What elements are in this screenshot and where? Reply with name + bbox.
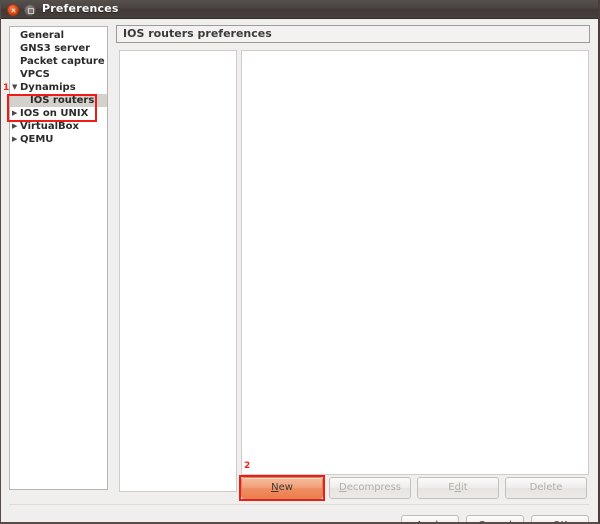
- maximize-icon[interactable]: [24, 4, 36, 16]
- sidebar-item-label: General: [20, 30, 64, 41]
- chevron-right-icon[interactable]: ▶: [12, 120, 17, 133]
- ios-router-detail-panel[interactable]: [241, 50, 589, 475]
- dialog-footer: Apply Cancel OK: [1, 505, 597, 522]
- sidebar-item-qemu[interactable]: ▶ QEMU: [10, 133, 107, 146]
- chevron-down-icon[interactable]: ▼: [12, 81, 17, 94]
- cancel-button[interactable]: Cancel: [466, 515, 524, 522]
- decompress-button-mnemonic: D: [338, 482, 347, 493]
- edit-button[interactable]: Edit: [417, 477, 499, 499]
- sidebar-item-label: Dynamips: [20, 82, 76, 93]
- edit-button-label: it: [460, 482, 468, 493]
- window-title: Preferences: [42, 2, 119, 15]
- sidebar-item-label: IOS on UNIX: [20, 108, 89, 119]
- new-button[interactable]: New: [241, 477, 323, 499]
- delete-button[interactable]: Delete: [505, 477, 587, 499]
- dialog-content: General GNS3 server Packet capture VPCS …: [1, 19, 597, 522]
- ok-button-prefix: O: [553, 520, 561, 522]
- preferences-window: Preferences General GNS3 server Packet c…: [0, 0, 600, 524]
- cancel-button-prefix: C: [478, 520, 485, 522]
- ok-button-mnemonic: K: [561, 520, 568, 522]
- sidebar-item-label: GNS3 server: [20, 43, 91, 54]
- ok-button[interactable]: OK: [531, 515, 589, 522]
- decompress-button-label: ecompress: [346, 482, 402, 493]
- title-bar: Preferences: [1, 0, 598, 19]
- sidebar-item-vpcs[interactable]: VPCS: [10, 68, 107, 81]
- delete-button-label: Delete: [529, 482, 563, 493]
- sidebar-item-ios-routers[interactable]: IOS routers: [10, 94, 107, 107]
- apply-button-label: Apply: [416, 520, 444, 522]
- sidebar-item-label: IOS routers: [30, 95, 95, 106]
- cancel-button-label: ncel: [491, 520, 512, 522]
- sidebar-item-dynamips[interactable]: ▼ Dynamips: [10, 81, 107, 94]
- annotation-number-1: 1: [3, 83, 10, 93]
- sidebar-item-label: QEMU: [20, 134, 54, 145]
- action-button-row: New Decompress Edit Delete: [241, 477, 589, 499]
- sidebar-item-general[interactable]: General: [10, 29, 107, 42]
- preferences-category-tree[interactable]: General GNS3 server Packet capture VPCS …: [9, 26, 108, 490]
- tree-list: General GNS3 server Packet capture VPCS …: [10, 27, 107, 146]
- decompress-button[interactable]: Decompress: [329, 477, 411, 499]
- chevron-right-icon[interactable]: ▶: [12, 133, 17, 146]
- sidebar-item-virtualbox[interactable]: ▶ VirtualBox: [10, 120, 107, 133]
- apply-button[interactable]: Apply: [401, 515, 459, 522]
- sidebar-item-label: Packet capture: [20, 56, 105, 67]
- sidebar-item-label: VPCS: [20, 69, 50, 80]
- page-title: IOS routers preferences: [116, 25, 590, 43]
- annotation-number-2: 2: [244, 461, 251, 471]
- ios-router-list-panel[interactable]: [119, 50, 237, 492]
- sidebar-item-packet-capture[interactable]: Packet capture: [10, 55, 107, 68]
- new-button-label: ew: [278, 482, 293, 493]
- close-icon[interactable]: [7, 4, 19, 16]
- chevron-right-icon[interactable]: ▶: [12, 107, 17, 120]
- sidebar-item-gns3-server[interactable]: GNS3 server: [10, 42, 107, 55]
- new-button-mnemonic: N: [271, 482, 279, 493]
- sidebar-item-ios-on-unix[interactable]: ▶ IOS on UNIX: [10, 107, 107, 120]
- sidebar-item-label: VirtualBox: [20, 121, 79, 132]
